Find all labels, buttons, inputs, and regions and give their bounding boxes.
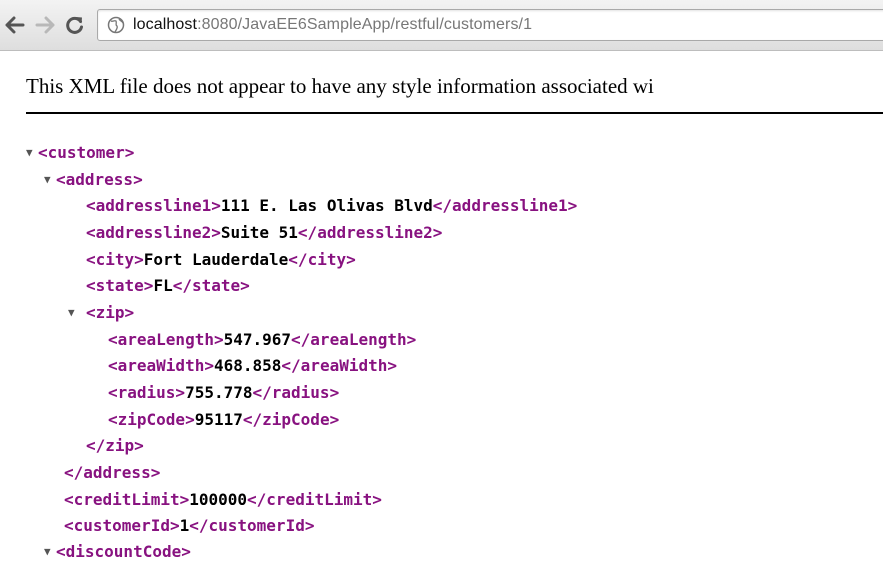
collapse-triangle-icon[interactable]: ▼ bbox=[68, 300, 75, 326]
xml-tag: <areaWidth> bbox=[108, 356, 214, 375]
address-bar[interactable]: localhost:8080/JavaEE6SampleApp/restful/… bbox=[97, 9, 883, 41]
collapse-triangle-icon[interactable]: ▼ bbox=[44, 167, 51, 193]
xml-tag: </zip> bbox=[86, 436, 144, 455]
collapse-triangle-icon[interactable]: ▼ bbox=[44, 539, 51, 565]
xml-node-addressline1: <addressline1>111 E. Las Olivas Blvd</ad… bbox=[86, 193, 577, 219]
xml-tag: </radius> bbox=[252, 383, 340, 402]
xml-node-customerid: <customerId>1</customerId> bbox=[64, 513, 314, 539]
back-button[interactable] bbox=[2, 12, 28, 38]
xml-tag: <discountCode> bbox=[56, 542, 191, 561]
xml-node-radius: <radius>755.778</radius> bbox=[108, 380, 339, 406]
url-text: localhost:8080/JavaEE6SampleApp/restful/… bbox=[133, 16, 532, 34]
xml-node-customer: ▼ <customer> bbox=[26, 140, 134, 166]
xml-node-zip: ▼ <zip> bbox=[68, 300, 134, 326]
xml-tag: <zip> bbox=[86, 303, 135, 322]
xml-tag: </city> bbox=[288, 250, 356, 269]
xml-value: 95117 bbox=[194, 410, 243, 429]
xml-tag: <address> bbox=[56, 170, 143, 189]
xml-tag: <addressline1> bbox=[86, 196, 221, 215]
xml-value: 547.967 bbox=[223, 330, 292, 349]
xml-tag: </address> bbox=[64, 463, 161, 482]
xml-tag: </customerId> bbox=[189, 516, 315, 535]
xml-value: 100000 bbox=[189, 490, 248, 509]
url-path: :8080/JavaEE6SampleApp/restful/customers… bbox=[197, 16, 533, 33]
xml-value: 468.858 bbox=[213, 356, 282, 375]
collapse-triangle-icon[interactable]: ▼ bbox=[26, 140, 33, 166]
xml-tag: <customer> bbox=[38, 143, 135, 162]
xml-node-creditlimit: <creditLimit>100000</creditLimit> bbox=[64, 487, 382, 513]
xml-value: 1 bbox=[179, 516, 190, 535]
xml-tag: <city> bbox=[86, 250, 144, 269]
divider bbox=[26, 112, 883, 114]
xml-node-arealength: <areaLength>547.967</areaLength> bbox=[108, 327, 416, 353]
xml-info-message: This XML file does not appear to have an… bbox=[26, 74, 654, 98]
globe-icon bbox=[107, 16, 125, 34]
browser-toolbar: localhost:8080/JavaEE6SampleApp/restful/… bbox=[0, 0, 883, 51]
xml-node-areawidth: <areaWidth>468.858</areaWidth> bbox=[108, 353, 397, 379]
forward-button[interactable] bbox=[32, 12, 58, 38]
xml-tag: <radius> bbox=[108, 383, 186, 402]
reload-icon bbox=[66, 16, 83, 34]
xml-tag: </addressline1> bbox=[432, 196, 578, 215]
xml-tag: <zipCode> bbox=[108, 410, 195, 429]
xml-node-state: <state>FL</state> bbox=[86, 273, 250, 299]
xml-node-addressline2: <addressline2>Suite 51</addressline2> bbox=[86, 220, 442, 246]
xml-value: Fort Lauderdale bbox=[143, 250, 289, 269]
xml-value: 111 E. Las Olivas Blvd bbox=[220, 196, 433, 215]
xml-value: FL bbox=[153, 276, 173, 295]
xml-tag: <creditLimit> bbox=[64, 490, 190, 509]
xml-node-city: <city>Fort Lauderdale</city> bbox=[86, 247, 356, 273]
xml-value: 755.778 bbox=[185, 383, 253, 402]
reload-button[interactable] bbox=[62, 12, 88, 38]
xml-node-address-close: </address> bbox=[64, 460, 160, 486]
xml-tag: </areaWidth> bbox=[281, 356, 397, 375]
xml-tag: <areaLength> bbox=[108, 330, 224, 349]
xml-tag: </areaLength> bbox=[291, 330, 417, 349]
xml-node-discountcode: ▼ <discountCode> bbox=[44, 539, 191, 565]
xml-tag: </zipCode> bbox=[242, 410, 340, 429]
xml-tag: </addressline2> bbox=[297, 223, 443, 242]
xml-tag: <addressline2> bbox=[86, 223, 221, 242]
back-arrow-icon bbox=[5, 16, 25, 34]
xml-value: Suite 51 bbox=[220, 223, 298, 242]
xml-node-address: ▼ <address> bbox=[44, 167, 143, 193]
xml-node-zipcode: <zipCode>95117</zipCode> bbox=[108, 407, 339, 433]
forward-arrow-icon bbox=[35, 16, 55, 34]
xml-tag: </creditLimit> bbox=[247, 490, 382, 509]
xml-tag: </state> bbox=[172, 276, 250, 295]
xml-node-zip-close: </zip> bbox=[86, 433, 144, 459]
xml-tag: <customerId> bbox=[64, 516, 180, 535]
xml-tag: <state> bbox=[86, 276, 154, 295]
url-host: localhost bbox=[133, 16, 198, 33]
